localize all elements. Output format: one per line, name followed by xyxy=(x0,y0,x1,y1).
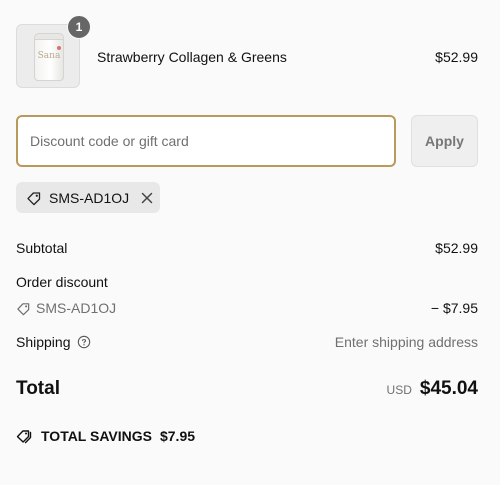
total-savings: TOTAL SAVINGS $7.95 xyxy=(16,428,195,444)
applied-discount-code: SMS-AD1OJ xyxy=(49,189,130,206)
tags-icon xyxy=(16,430,32,444)
shipping-value: Enter shipping address xyxy=(334,334,478,350)
discount-code-info: SMS-AD1OJ xyxy=(16,300,116,316)
subtotal-label: Subtotal xyxy=(16,240,68,256)
tag-icon xyxy=(17,302,30,315)
applied-discount-tag: SMS-AD1OJ xyxy=(16,182,160,213)
apply-button[interactable]: Apply xyxy=(411,115,478,167)
shipping-label-group: Shipping xyxy=(16,334,91,350)
product-image-label: Sana xyxy=(37,51,61,61)
quantity-badge: 1 xyxy=(67,15,91,39)
order-discount-label: Order discount xyxy=(16,274,108,290)
total-label: Total xyxy=(16,378,60,399)
subtotal-value: $52.99 xyxy=(435,240,478,256)
discount-code-text: SMS-AD1OJ xyxy=(36,300,117,316)
product-price: $52.99 xyxy=(435,49,478,65)
currency-code: USD xyxy=(386,383,412,397)
remove-discount-button[interactable] xyxy=(139,190,155,206)
help-circle-icon[interactable] xyxy=(77,335,91,349)
total-savings-label: TOTAL SAVINGS xyxy=(41,428,152,444)
tag-icon xyxy=(27,191,41,205)
shipping-label: Shipping xyxy=(16,334,71,350)
discount-value: − $7.95 xyxy=(430,300,478,316)
close-icon xyxy=(141,192,153,203)
product-name: Strawberry Collagen & Greens xyxy=(97,49,287,65)
discount-code-input[interactable] xyxy=(16,115,396,167)
total-amount-group: USD $45.04 xyxy=(387,378,478,400)
cart-line-item: Sana 1 Strawberry Collagen & Greens $52.… xyxy=(16,15,478,90)
product-jar-image: Sana xyxy=(34,33,64,81)
total-amount: $45.04 xyxy=(419,378,478,399)
total-savings-amount: $7.95 xyxy=(159,428,196,444)
